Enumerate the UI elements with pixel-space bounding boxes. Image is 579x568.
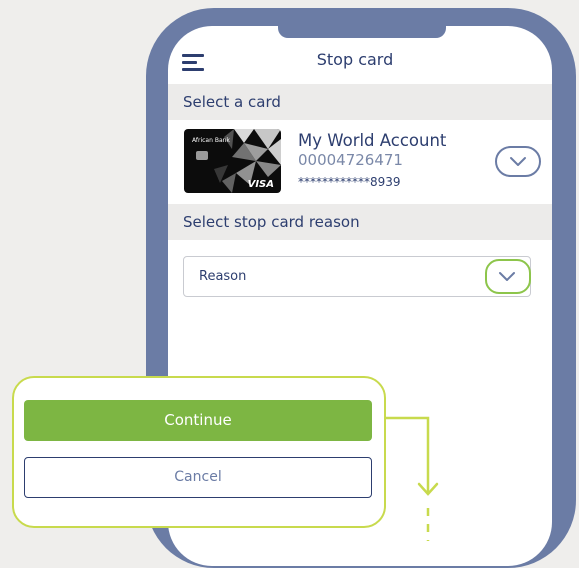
continue-button[interactable]: Continue: [24, 400, 372, 441]
cancel-button[interactable]: Cancel: [24, 457, 372, 498]
actions-callout-highlight: [12, 376, 386, 528]
